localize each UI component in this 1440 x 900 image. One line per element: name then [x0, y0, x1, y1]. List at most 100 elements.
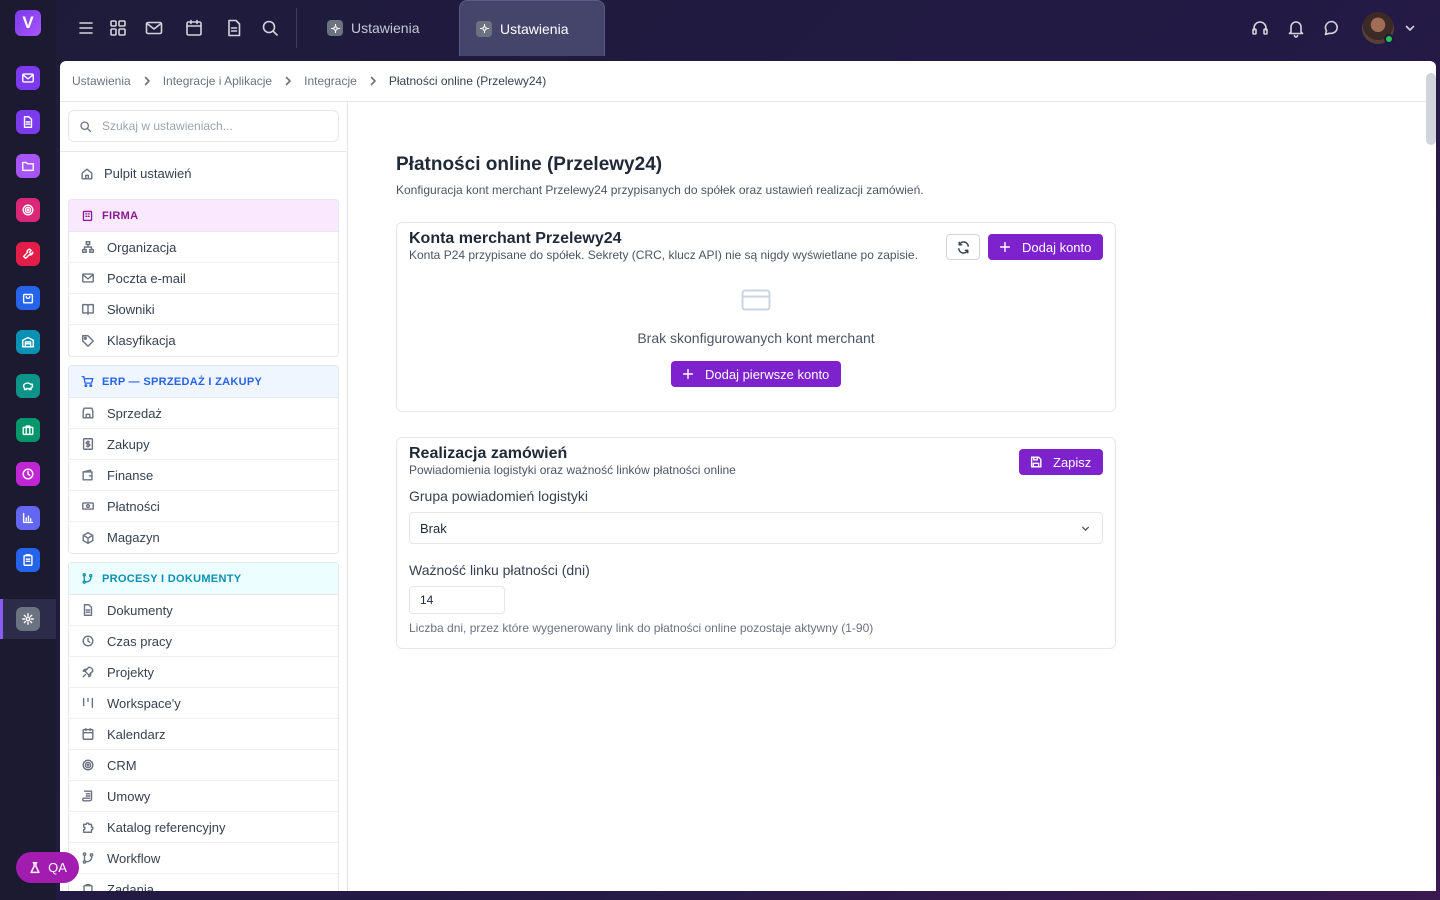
gear-icon — [327, 20, 343, 36]
empty-state-text: Brak skonfigurowanych kont merchant — [637, 330, 875, 346]
chevron-right-icon — [285, 76, 291, 86]
sidebar-item-crm[interactable]: CRM — [69, 750, 338, 781]
sidebar-item-label: Projekty — [107, 664, 154, 680]
group-header[interactable]: FIRMA — [69, 200, 338, 232]
breadcrumb-item[interactable]: Integracje i Aplikacje — [163, 74, 272, 88]
folder-app-icon[interactable] — [16, 154, 40, 178]
sidebar-item-organizacja[interactable]: Organizacja — [69, 232, 338, 263]
save-button[interactable]: Zapisz — [1019, 449, 1103, 475]
qa-button[interactable]: QA — [16, 852, 79, 883]
top-bar: Ustawienia Ustawienia — [56, 0, 1440, 56]
scrollbar[interactable] — [1426, 73, 1436, 145]
building-icon — [82, 210, 93, 222]
chevron-down-icon[interactable] — [1402, 20, 1418, 36]
sidebar-item-sprzedaz[interactable]: Sprzedaż — [69, 398, 338, 429]
apps-grid-icon[interactable] — [108, 18, 128, 38]
clock-icon — [82, 635, 94, 647]
sidebar-item-projekty[interactable]: Projekty — [69, 657, 338, 688]
mail-app-icon[interactable] — [16, 66, 40, 90]
app-logo[interactable]: V — [15, 10, 41, 36]
sidebar-item-czas-pracy[interactable]: Czas pracy — [69, 626, 338, 657]
clipboard-app-icon[interactable] — [16, 548, 40, 572]
add-first-account-button[interactable]: Dodaj pierwsze konto — [671, 361, 841, 387]
card-title: Realizacja zamówień — [409, 445, 568, 462]
target-icon — [82, 759, 94, 771]
link-validity-input[interactable] — [409, 586, 505, 614]
sidebar-item-label: Klasyfikacja — [107, 333, 176, 348]
calendar-icon[interactable] — [184, 18, 204, 38]
sidebar-item-label: Poczta e-mail — [107, 270, 186, 286]
menu-icon[interactable] — [76, 18, 96, 38]
link-validity-label: Ważność linku płatności (dni) — [409, 562, 590, 578]
tab-label: Ustawienia — [500, 20, 569, 37]
tab-settings-1[interactable]: Ustawienia — [311, 0, 435, 56]
sidebar-item-kalendarz[interactable]: Kalendarz — [69, 719, 338, 750]
sidebar-item-umowy[interactable]: Umowy — [69, 781, 338, 812]
chat-icon[interactable] — [1322, 18, 1342, 38]
settings-app-icon[interactable] — [16, 607, 40, 631]
sidebar-item-dashboard[interactable]: Pulpit ustawień — [80, 166, 191, 181]
group-title: ERP — SPRZEDAŻ I ZAKUPY — [102, 375, 263, 388]
sidebar-item-finanse[interactable]: Finanse — [69, 460, 338, 491]
online-status-dot — [1384, 34, 1394, 44]
package-icon — [82, 531, 94, 544]
sidebar-item-label: Kalendarz — [107, 726, 166, 742]
logistics-group-select[interactable]: Brak — [409, 512, 1103, 544]
chart-app-icon[interactable] — [16, 506, 40, 530]
group-header[interactable]: PROCESY I DOKUMENTY — [69, 563, 338, 595]
tab-settings-2[interactable]: Ustawienia — [459, 0, 605, 56]
sidebar-item-zadania[interactable]: Zadania — [69, 874, 338, 891]
warehouse-app-icon[interactable] — [16, 330, 40, 354]
wrench-app-icon[interactable] — [16, 242, 40, 266]
sidebar-item-zakupy[interactable]: Zakupy — [69, 429, 338, 460]
sidebar-item-dokumenty[interactable]: Dokumenty — [69, 595, 338, 626]
banknote-icon — [82, 502, 94, 510]
add-account-button[interactable]: Dodaj konto — [988, 234, 1103, 260]
breadcrumb-current: Płatności online (Przelewy24) — [388, 74, 547, 88]
refresh-button[interactable] — [946, 234, 980, 260]
git-branch-icon — [82, 852, 94, 864]
tab-label: Ustawienia — [351, 20, 420, 36]
sidebar-item-workflow[interactable]: Workflow — [69, 843, 338, 874]
book-icon — [82, 303, 94, 315]
chevron-right-icon — [370, 76, 376, 86]
piggy-bank-app-icon[interactable] — [16, 374, 40, 398]
sidebar-item-magazyn[interactable]: Magazyn — [69, 522, 338, 553]
group-header[interactable]: ERP — SPRZEDAŻ I ZAKUPY — [69, 366, 338, 398]
puzzle-icon — [82, 822, 94, 833]
sidebar-item-label: Finanse — [107, 467, 154, 483]
rocket-icon — [82, 666, 94, 678]
flask-icon — [30, 861, 40, 873]
breadcrumb-item[interactable]: Integracje — [304, 74, 357, 88]
sidebar-item-poczta[interactable]: Poczta e-mail — [69, 263, 338, 294]
search-icon[interactable] — [260, 18, 280, 38]
credit-card-icon — [741, 289, 771, 311]
link-validity-hint: Liczba dni, przez które wygenerowany lin… — [409, 621, 874, 635]
select-value: Brak — [420, 520, 447, 536]
org-chart-icon — [82, 241, 94, 253]
sidebar-item-label: Organizacja — [107, 239, 177, 255]
target-app-icon[interactable] — [16, 198, 40, 222]
sidebar-item-katalog[interactable]: Katalog referencyjny — [69, 812, 338, 843]
settings-search[interactable]: Szukaj w ustawieniach... — [68, 110, 339, 142]
mail-icon — [82, 273, 94, 283]
sidebar-item-workspaces[interactable]: Workspace'y — [69, 688, 338, 719]
merchant-accounts-card: Konta merchant Przelewy24 Konta P24 przy… — [396, 222, 1116, 412]
document-app-icon[interactable] — [16, 110, 40, 134]
mail-icon[interactable] — [144, 18, 164, 38]
document-icon[interactable] — [224, 18, 244, 38]
sidebar-item-label: Płatności — [107, 498, 160, 514]
breadcrumb-item[interactable]: Ustawienia — [72, 74, 131, 88]
clock-app-icon[interactable] — [16, 462, 40, 486]
bell-icon[interactable] — [1286, 18, 1306, 38]
breadcrumb: Ustawienia Integracje i Aplikacje Integr… — [60, 61, 1436, 102]
search-icon — [80, 120, 92, 132]
sidebar-item-slowniki[interactable]: Słowniki — [69, 294, 338, 325]
headset-icon[interactable] — [1250, 18, 1270, 38]
sidebar-item-label: Słowniki — [107, 301, 155, 317]
bag-app-icon[interactable] — [16, 286, 40, 310]
sidebar-item-klasyfikacja[interactable]: Klasyfikacja — [69, 325, 338, 356]
sidebar-item-platnosci[interactable]: Płatności — [69, 491, 338, 522]
store-icon — [82, 407, 94, 419]
briefcase-app-icon[interactable] — [16, 418, 40, 442]
